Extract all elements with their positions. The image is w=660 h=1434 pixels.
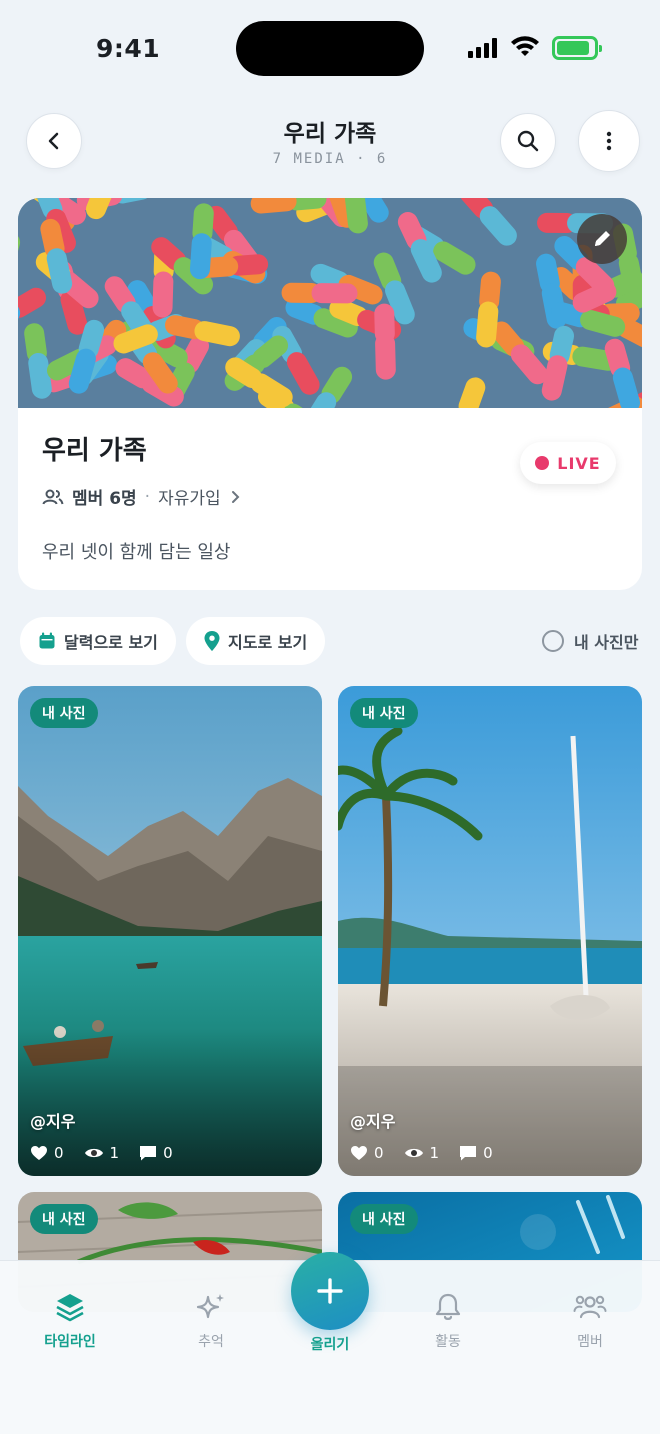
eye-icon bbox=[404, 1148, 423, 1158]
tab-members-label: 멤버 bbox=[577, 1334, 603, 1350]
search-icon bbox=[517, 130, 539, 152]
calendar-view-label: 달력으로 보기 bbox=[64, 633, 158, 652]
more-button[interactable] bbox=[578, 110, 640, 172]
tab-activity[interactable]: 활동 bbox=[398, 1291, 498, 1351]
page-subtitle: 7 MEDIA · 6 bbox=[272, 151, 388, 167]
likes-count: 0 bbox=[374, 1144, 384, 1162]
separator-dot: · bbox=[144, 486, 151, 507]
plus-icon bbox=[317, 1278, 343, 1304]
radio-circle-icon bbox=[542, 630, 564, 652]
tab-members[interactable]: 멤버 bbox=[540, 1291, 640, 1351]
search-button[interactable] bbox=[500, 113, 556, 169]
comment-icon[interactable] bbox=[459, 1145, 477, 1161]
photo-mountain-lake bbox=[18, 686, 322, 1176]
post-stats: 0 1 0 bbox=[30, 1144, 173, 1162]
members-link[interactable]: 멤버 6명 · 자유가입 bbox=[42, 484, 241, 509]
map-view-label: 지도로 보기 bbox=[228, 633, 308, 652]
pencil-icon bbox=[595, 231, 610, 246]
photo-tile[interactable]: 내 사진 @지우 0 1 0 bbox=[18, 686, 322, 1176]
my-photo-badge: 내 사진 bbox=[350, 1204, 418, 1234]
dynamic-island bbox=[236, 21, 424, 76]
members-icon bbox=[42, 489, 64, 504]
views-count: 1 bbox=[109, 1144, 120, 1162]
calendar-view-button[interactable]: 달력으로 보기 bbox=[20, 617, 176, 665]
album-description: 우리 넷이 함께 담는 일상 bbox=[42, 542, 231, 563]
comment-icon[interactable] bbox=[139, 1145, 157, 1161]
album-cover-image[interactable] bbox=[18, 198, 642, 408]
mine-only-label: 내 사진만 bbox=[574, 633, 639, 652]
eye-icon bbox=[84, 1148, 103, 1158]
layers-icon bbox=[56, 1294, 84, 1322]
comments-count: 0 bbox=[483, 1144, 493, 1162]
tab-memories[interactable]: 추억 bbox=[161, 1291, 261, 1351]
heart-icon[interactable] bbox=[350, 1145, 368, 1161]
map-pin-icon bbox=[204, 631, 220, 651]
members-count: 멤버 6명 bbox=[72, 489, 137, 509]
mine-only-toggle[interactable]: 내 사진만 bbox=[542, 629, 638, 653]
chevron-right-icon bbox=[231, 490, 240, 503]
battery-icon bbox=[552, 36, 602, 60]
comments-count: 0 bbox=[163, 1144, 173, 1162]
photo-tile[interactable]: 내 사진 @지우 0 1 0 bbox=[338, 686, 642, 1176]
tab-memories-label: 추억 bbox=[198, 1334, 224, 1350]
live-label: LIVE bbox=[557, 453, 601, 473]
upload-button[interactable] bbox=[291, 1252, 369, 1330]
bell-icon bbox=[435, 1293, 461, 1320]
wifi-icon bbox=[511, 36, 539, 56]
album-name: 우리 가족 bbox=[42, 436, 147, 466]
tab-timeline-label: 타임라인 bbox=[44, 1334, 96, 1350]
my-photo-badge: 내 사진 bbox=[30, 1204, 98, 1234]
my-photo-badge: 내 사진 bbox=[30, 698, 98, 728]
page-title: 우리 가족 bbox=[283, 121, 377, 147]
people-icon bbox=[573, 1295, 607, 1319]
sparkles-icon bbox=[196, 1294, 224, 1319]
edit-cover-button[interactable] bbox=[577, 214, 627, 264]
tab-activity-label: 활동 bbox=[435, 1334, 461, 1350]
more-vertical-icon bbox=[606, 131, 612, 151]
live-dot-icon bbox=[535, 456, 550, 470]
live-button[interactable]: LIVE bbox=[520, 442, 616, 484]
status-time: 9:41 bbox=[96, 34, 161, 63]
photo-palm-beach bbox=[338, 686, 642, 1176]
upload-label: 올리기 bbox=[310, 1337, 350, 1353]
post-stats: 0 1 0 bbox=[350, 1144, 493, 1162]
likes-count: 0 bbox=[54, 1144, 64, 1162]
album-card: 우리 가족 멤버 6명 · 자유가입 우리 넷이 함께 담는 일상 LIVE bbox=[18, 198, 642, 590]
views-count: 1 bbox=[429, 1144, 440, 1162]
my-photo-badge: 내 사진 bbox=[350, 698, 418, 728]
cellular-signal-icon bbox=[468, 38, 497, 58]
heart-icon[interactable] bbox=[30, 1145, 48, 1161]
calendar-icon bbox=[39, 632, 55, 649]
post-author[interactable]: @지우 bbox=[350, 1108, 395, 1132]
join-type: 자유가입 bbox=[158, 489, 221, 509]
post-author[interactable]: @지우 bbox=[30, 1108, 75, 1132]
tab-timeline[interactable]: 타임라인 bbox=[20, 1291, 120, 1351]
map-view-button[interactable]: 지도로 보기 bbox=[186, 617, 326, 665]
